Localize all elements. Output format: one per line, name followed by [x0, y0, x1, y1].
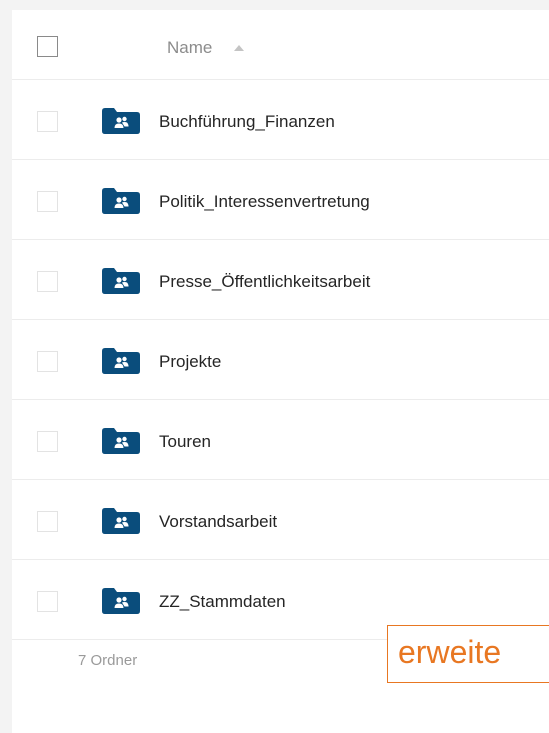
row-checkbox[interactable]: [37, 191, 58, 212]
folder-row[interactable]: Politik_Interessenvertretung: [12, 160, 549, 240]
row-checkbox[interactable]: [37, 271, 58, 292]
row-checkbox[interactable]: [37, 511, 58, 532]
folder-count: 7 Ordner: [78, 652, 138, 669]
shared-folder-icon: [102, 268, 140, 294]
folder-row[interactable]: Vorstandsarbeit: [12, 480, 549, 560]
folder-name[interactable]: Touren: [159, 432, 211, 452]
row-checkbox[interactable]: [37, 111, 58, 132]
folder-name[interactable]: Politik_Interessenvertretung: [159, 192, 370, 212]
shared-folder-icon: [102, 108, 140, 134]
folder-name[interactable]: ZZ_Stammdaten: [159, 592, 286, 612]
file-list-header: Name: [12, 10, 549, 80]
shared-folder-icon: [102, 508, 140, 534]
erweitern-button[interactable]: erweite: [387, 625, 549, 683]
folder-row[interactable]: Presse_Öffentlichkeitsarbeit: [12, 240, 549, 320]
shared-folder-icon: [102, 348, 140, 374]
shared-folder-icon: [102, 188, 140, 214]
name-column-header[interactable]: Name: [167, 38, 212, 58]
shared-folder-icon: [102, 428, 140, 454]
sort-ascending-icon[interactable]: [234, 45, 244, 51]
folder-name[interactable]: Buchführung_Finanzen: [159, 112, 335, 132]
file-list-panel: Name Buchführung_Finanzen Politik_Intere…: [12, 10, 549, 733]
shared-folder-icon: [102, 588, 140, 614]
folder-name[interactable]: Presse_Öffentlichkeitsarbeit: [159, 272, 370, 292]
erweitern-label: erweite: [398, 634, 502, 670]
row-checkbox[interactable]: [37, 591, 58, 612]
folder-name[interactable]: Projekte: [159, 352, 221, 372]
row-checkbox[interactable]: [37, 431, 58, 452]
folder-row[interactable]: Touren: [12, 400, 549, 480]
select-all-checkbox[interactable]: [37, 36, 58, 57]
row-checkbox[interactable]: [37, 351, 58, 372]
folder-row[interactable]: Projekte: [12, 320, 549, 400]
folder-row[interactable]: Buchführung_Finanzen: [12, 80, 549, 160]
folder-name[interactable]: Vorstandsarbeit: [159, 512, 277, 532]
